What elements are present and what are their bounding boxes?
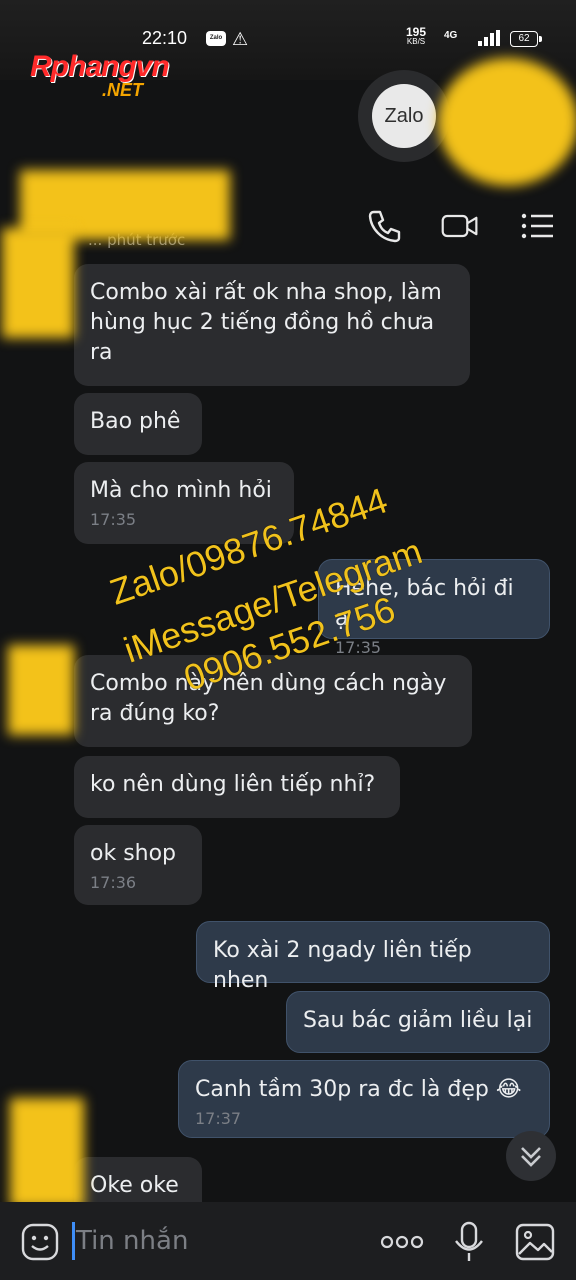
warning-icon: ⚠ (232, 29, 249, 50)
battery-icon: 62 (510, 31, 542, 47)
zalo-badge-label: Zalo (372, 84, 436, 148)
message-text: Sau bác giảm liều lại (303, 1008, 533, 1033)
privacy-blur (438, 58, 576, 186)
image-icon[interactable] (514, 1222, 556, 1262)
menu-icon[interactable] (518, 206, 558, 246)
network-speed: 195 KB/S (406, 25, 427, 47)
watermark-logo: Rphangvn .NET (30, 50, 170, 100)
microphone-icon[interactable] (452, 1220, 486, 1264)
text-cursor (72, 1222, 75, 1260)
message-time: 17:36 (90, 873, 137, 892)
message-text: Bao phê (90, 409, 181, 434)
more-icon[interactable] (380, 1232, 424, 1252)
network-speed-unit: KB/S (406, 37, 426, 46)
message-text: Combo xài rất ok nha shop, làm hùng hục … (90, 280, 442, 365)
signal-icon (478, 30, 500, 46)
privacy-blur (2, 228, 74, 338)
call-icon[interactable] (364, 206, 404, 246)
message-text: Canh tầm 30p ra đc là đẹp 😂 (195, 1077, 522, 1102)
message-bubble[interactable]: Canh tầm 30p ra đc là đẹp 😂 17:37 (178, 1060, 550, 1138)
scroll-to-bottom-button[interactable] (506, 1131, 556, 1181)
network-type: 4G (444, 30, 458, 41)
message-text: ok shop (90, 841, 177, 866)
network-speed-value: 195 (406, 25, 427, 39)
video-call-icon[interactable] (440, 206, 480, 246)
message-text: Combo này nên dùng cách ngày ra đúng ko? (90, 671, 447, 726)
message-bubble[interactable]: Combo xài rất ok nha shop, làm hùng hục … (74, 264, 470, 386)
message-text: Ko xài 2 ngady liên tiếp nhen (213, 938, 472, 993)
message-bubble[interactable]: ok shop 17:36 (74, 825, 202, 905)
status-time: 22:10 (142, 28, 188, 48)
zalo-badge: Zalo (358, 70, 450, 162)
message-text: ko nên dùng liên tiếp nhỉ? (90, 772, 376, 797)
privacy-blur (10, 1098, 84, 1208)
double-chevron-down-icon (521, 1147, 541, 1167)
zalo-notification-icon: Zalo (206, 31, 226, 46)
emoji-icon[interactable] (20, 1222, 60, 1262)
watermark-brand: Rphangvn (30, 50, 170, 83)
message-text: Mà cho mình hỏi (90, 478, 272, 503)
message-time: 17:37 (195, 1109, 242, 1128)
message-input[interactable]: Tin nhắn (76, 1226, 188, 1256)
privacy-blur (8, 645, 74, 735)
message-bubble[interactable]: ko nên dùng liên tiếp nhỉ? (74, 756, 400, 818)
message-bubble[interactable]: Sau bác giảm liều lại (286, 991, 550, 1053)
message-bubble[interactable]: Bao phê (74, 393, 202, 455)
message-text: Oke oke (90, 1173, 179, 1198)
watermark-tld: .NET (102, 80, 144, 100)
message-bubble[interactable]: Ko xài 2 ngady liên tiếp nhen (196, 921, 550, 993)
